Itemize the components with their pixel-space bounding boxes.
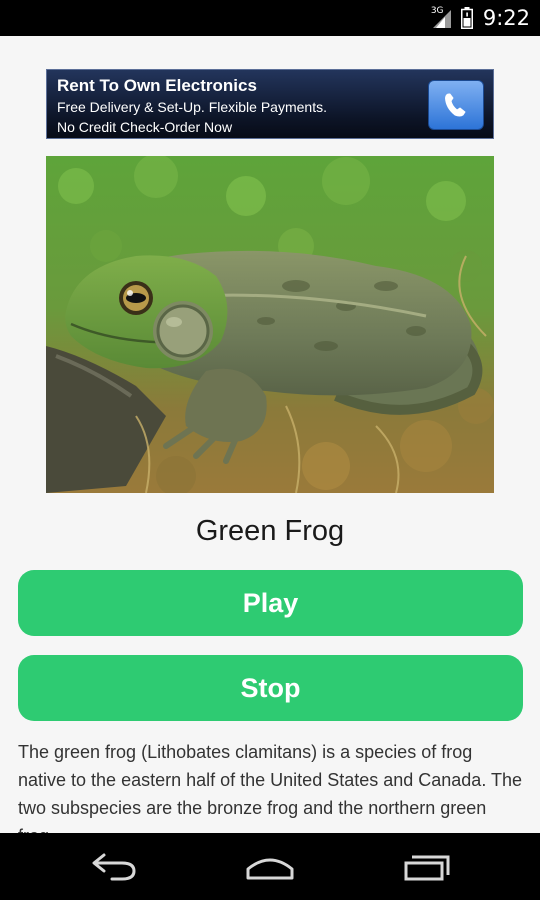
phone-icon: [445, 93, 466, 117]
status-bar: 3G 9:22: [0, 0, 540, 36]
clock: 9:22: [482, 6, 530, 30]
network-type: 3G: [430, 6, 444, 16]
ad-banner[interactable]: Rent To Own Electronics Free Delivery & …: [46, 69, 494, 139]
ad-title: Rent To Own Electronics: [57, 76, 257, 95]
battery-icon: [460, 7, 473, 29]
play-button[interactable]: Play: [18, 570, 523, 636]
stop-button[interactable]: Stop: [18, 655, 523, 721]
frog-photo: [46, 156, 494, 493]
recents-button[interactable]: [398, 845, 458, 885]
status-icons: 3G 9:22: [431, 0, 530, 36]
recents-icon: [404, 855, 450, 881]
animal-name: Green Frog: [195, 515, 345, 547]
back-button[interactable]: [82, 845, 142, 885]
ad-text-line-2: No Credit Check-Order Now: [57, 119, 233, 135]
back-icon: [92, 853, 136, 881]
ad-text-line-1: Free Delivery & Set-Up. Flexible Payment…: [57, 99, 327, 115]
navigation-bar: [0, 833, 540, 900]
home-button[interactable]: [240, 845, 300, 885]
home-icon: [246, 858, 294, 880]
signal-icon: 3G: [430, 6, 453, 28]
ad-call-button[interactable]: [428, 80, 484, 130]
